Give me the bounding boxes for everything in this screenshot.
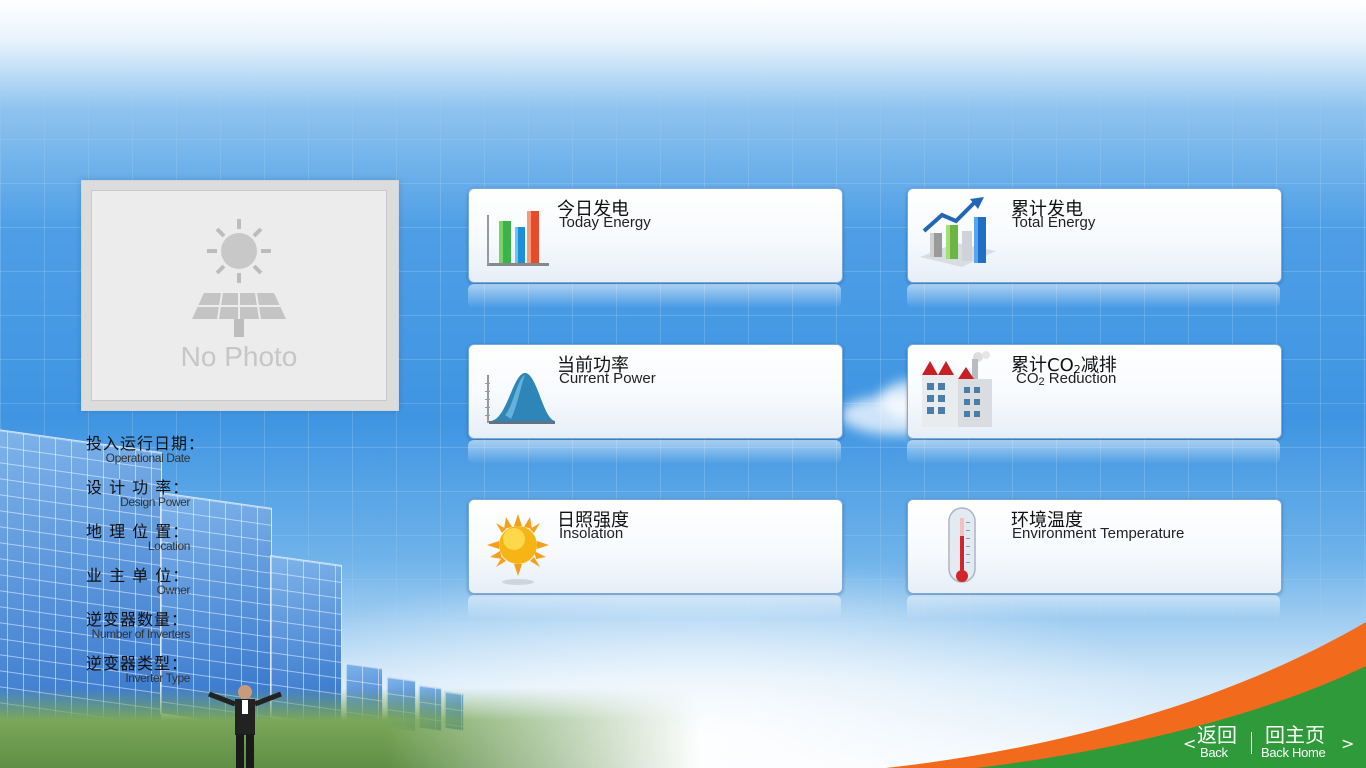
card-title-en: Insolation bbox=[559, 525, 624, 542]
card-title-en: Current Power bbox=[559, 370, 656, 387]
info-location: 地 理 位 置： Location bbox=[86, 518, 226, 553]
home-label-en: Back Home bbox=[1261, 745, 1326, 760]
bar-chart-icon bbox=[487, 211, 549, 266]
card-reflection bbox=[468, 595, 841, 619]
card-reflection bbox=[907, 284, 1280, 308]
card-title-en: CO2 Reduction bbox=[1016, 370, 1117, 388]
info-label-en: Number of Inverters bbox=[91, 627, 191, 641]
insolation-card[interactable]: 日照强度 Insolation bbox=[468, 499, 843, 594]
card-reflection bbox=[907, 595, 1280, 619]
info-operational-date: 投入运行日期： Operational Date bbox=[86, 430, 226, 465]
thermometer-icon bbox=[948, 507, 976, 583]
card-title-en: Environment Temperature bbox=[1012, 525, 1185, 542]
card-title-en: Total Energy bbox=[1012, 214, 1096, 231]
environment-temperature-card[interactable]: 环境温度 Environment Temperature bbox=[907, 499, 1282, 594]
person-figure bbox=[208, 685, 282, 768]
card-title-en: Today Energy bbox=[559, 214, 651, 231]
bell-curve-icon bbox=[485, 373, 555, 424]
current-power-card[interactable]: 当前功率 Current Power bbox=[468, 344, 843, 439]
factory-icon bbox=[922, 351, 992, 427]
back-label-zh: 返回 bbox=[1197, 723, 1237, 747]
card-reflection bbox=[907, 440, 1280, 464]
solar-logo-icon bbox=[192, 219, 286, 337]
chevron-right-icon: > bbox=[1341, 734, 1355, 753]
info-design-power: 设 计 功 率： Design Power bbox=[86, 474, 226, 509]
card-reflection bbox=[468, 284, 841, 308]
info-owner: 业 主 单 位： Owner bbox=[86, 562, 226, 597]
total-energy-card[interactable]: 累计发电 Total Energy bbox=[907, 188, 1282, 283]
info-inverter-type: 逆变器类型： Inverter Type bbox=[86, 650, 226, 685]
card-reflection bbox=[468, 440, 841, 464]
info-inverter-count: 逆变器数量： Number of Inverters bbox=[86, 606, 226, 641]
home-label-zh: 回主页 bbox=[1265, 723, 1325, 747]
chevron-left-icon: < bbox=[1183, 734, 1197, 753]
sun-icon bbox=[487, 514, 549, 585]
back-label-en: Back bbox=[1200, 745, 1228, 760]
no-photo-label: No Photo bbox=[180, 341, 298, 372]
today-energy-card[interactable]: 今日发电 Today Energy bbox=[468, 188, 843, 283]
station-photo-placeholder: No Photo bbox=[91, 190, 387, 401]
nav-divider bbox=[1251, 732, 1252, 754]
growth-chart-icon bbox=[920, 197, 996, 267]
back-button[interactable]: < 返回 Back bbox=[1183, 724, 1243, 760]
co2-reduction-card[interactable]: 累计CO2减排 CO2 Reduction bbox=[907, 344, 1282, 439]
back-home-button[interactable]: 回主页 Back Home > bbox=[1261, 723, 1355, 760]
station-photo-frame: No Photo bbox=[81, 180, 399, 411]
